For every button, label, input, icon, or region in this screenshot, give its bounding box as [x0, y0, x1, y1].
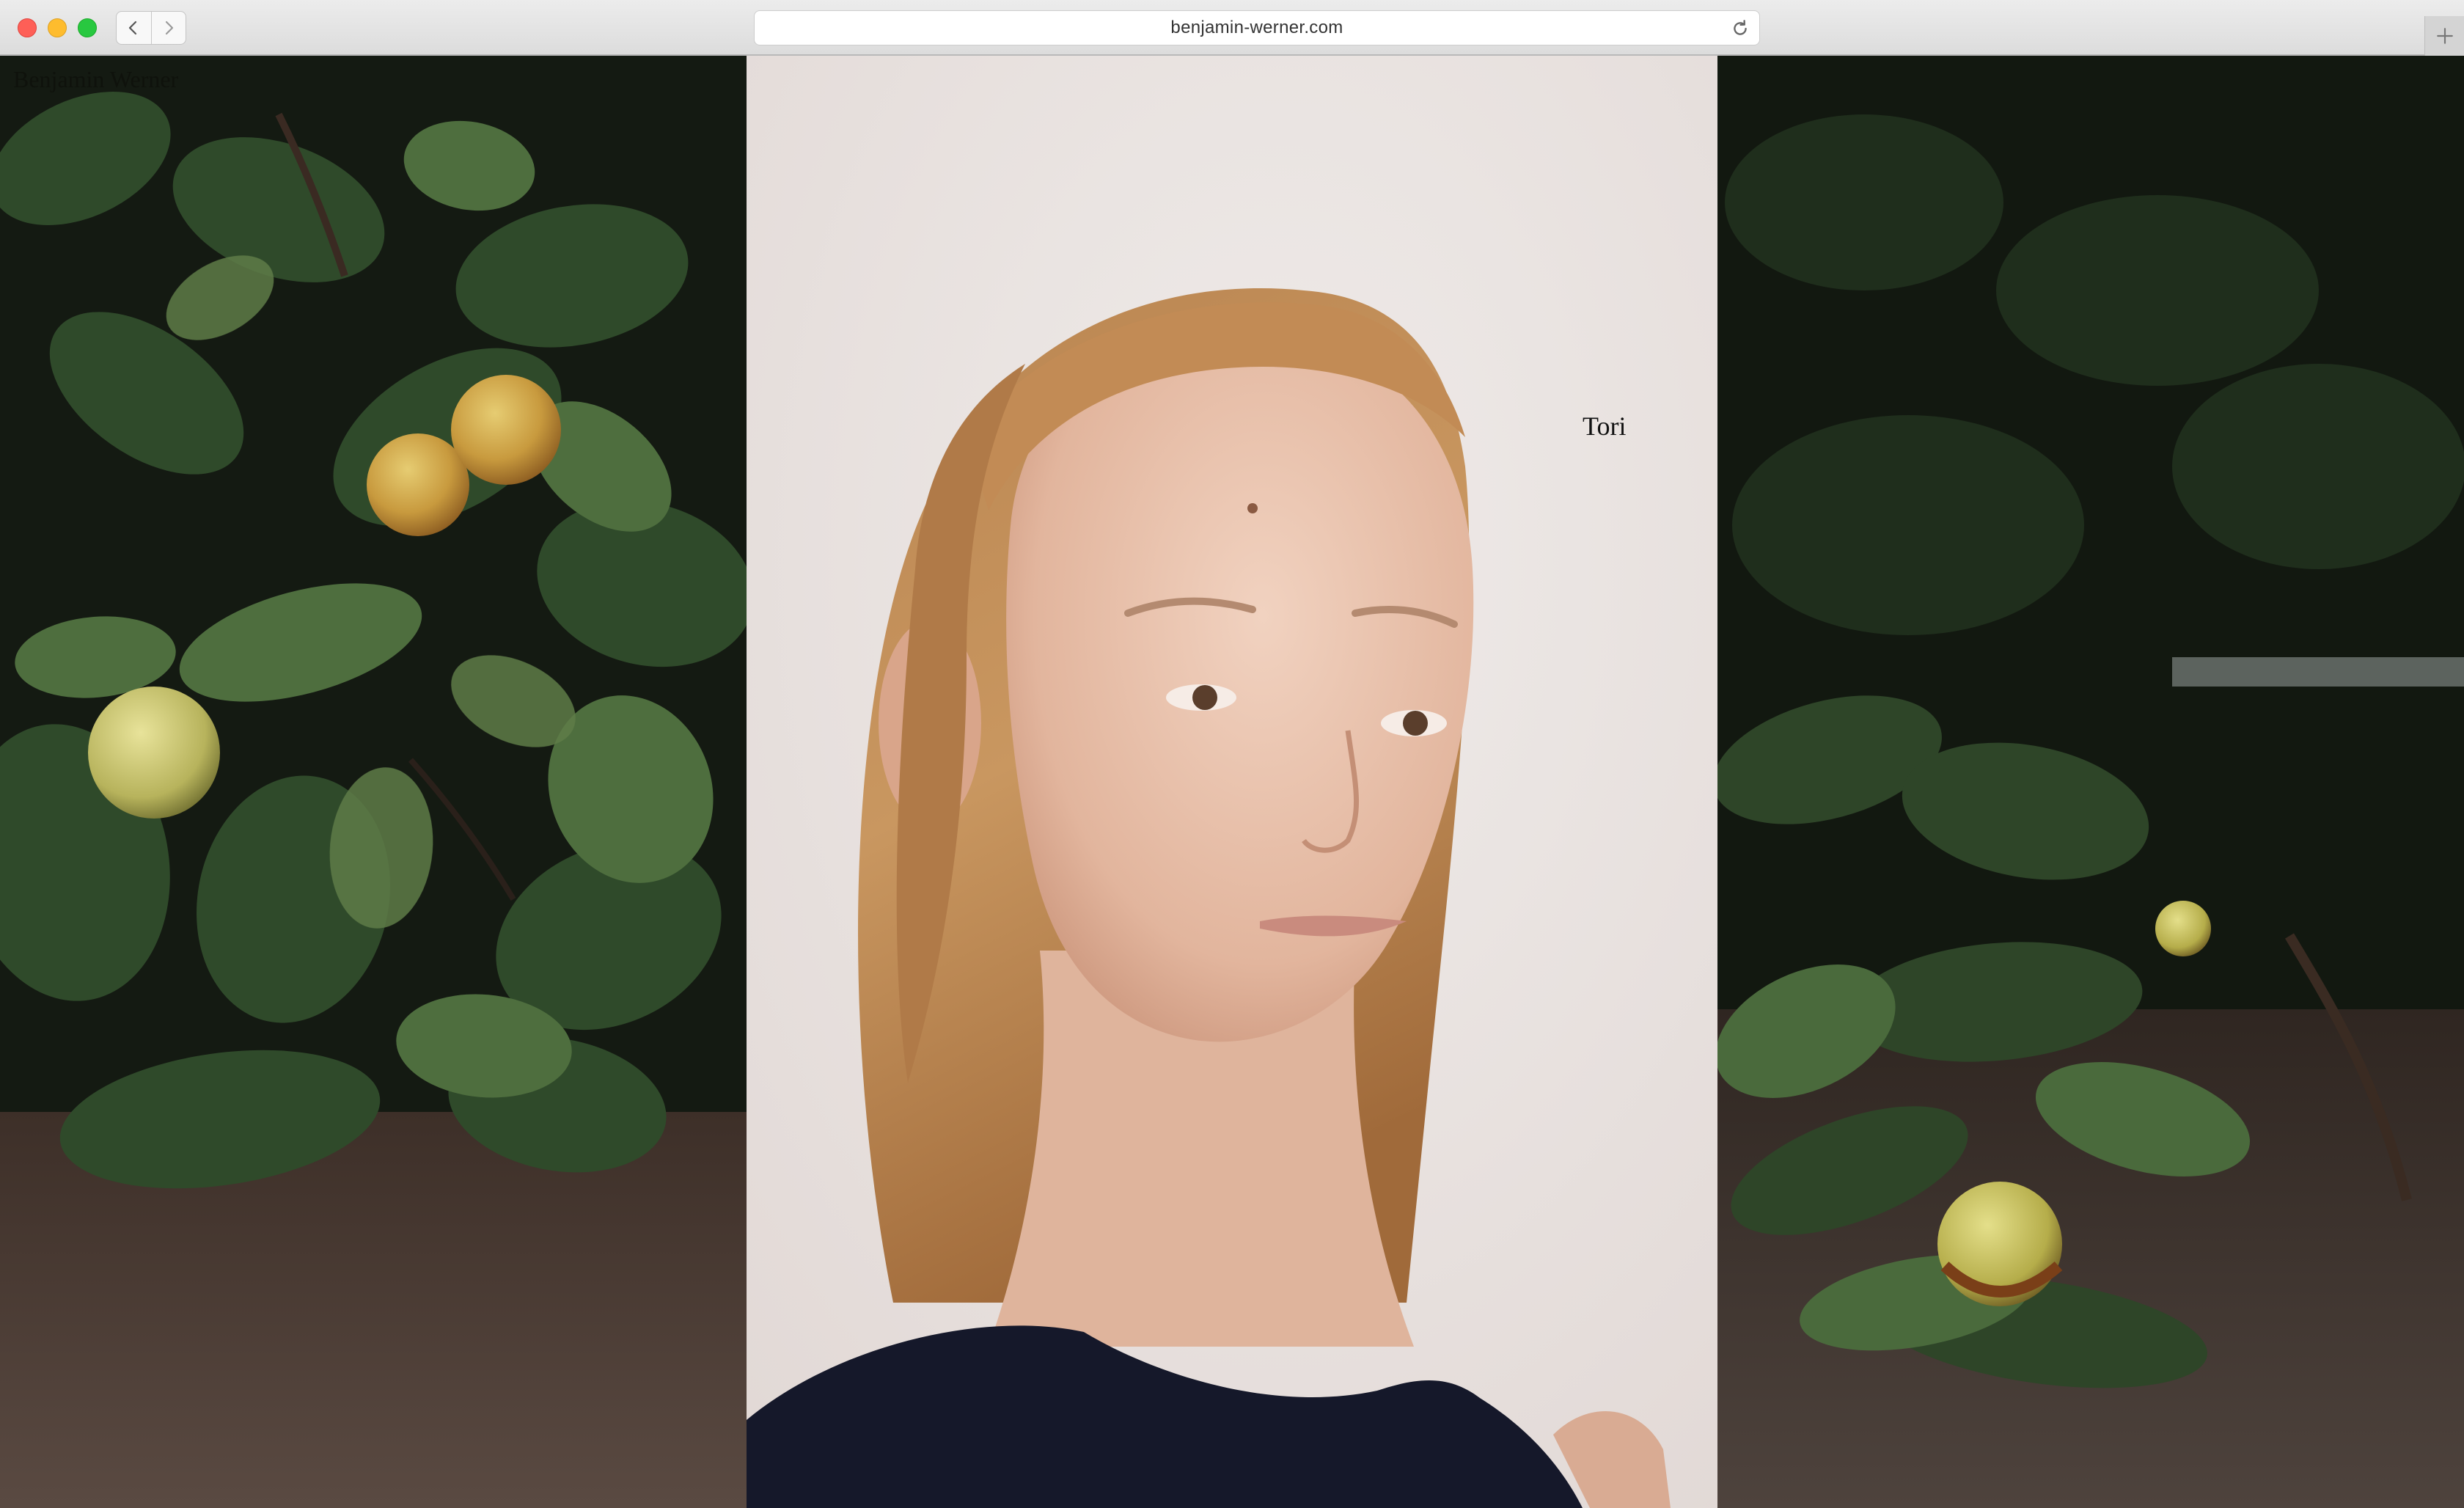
- site-title-link[interactable]: Benjamin Werner: [13, 66, 178, 93]
- plus-icon: [2436, 28, 2453, 44]
- gallery-image-portrait[interactable]: Tori: [747, 56, 1717, 1508]
- maximize-window-button[interactable]: [78, 18, 97, 37]
- minimize-window-button[interactable]: [48, 18, 67, 37]
- new-tab-button[interactable]: [2424, 16, 2464, 56]
- chevron-right-icon: [165, 21, 173, 35]
- close-window-button[interactable]: [18, 18, 37, 37]
- apple-tree-photo: [0, 56, 747, 1508]
- address-bar[interactable]: benjamin-werner.com: [754, 10, 1760, 45]
- reload-icon[interactable]: [1730, 18, 1750, 39]
- forward-button[interactable]: [150, 12, 186, 44]
- url-text: benjamin-werner.com: [1170, 18, 1343, 37]
- chevron-left-icon: [129, 21, 137, 35]
- gallery-image-fallen-apples[interactable]: [1717, 56, 2464, 1508]
- gallery-image-foliage[interactable]: [0, 56, 747, 1508]
- web-page: Benjamin Werner Tori: [0, 56, 2464, 1508]
- back-button[interactable]: [117, 12, 151, 44]
- photo-caption: Tori: [1583, 411, 1627, 441]
- history-navigation: [116, 11, 186, 45]
- fallen-apples-photo: [1717, 56, 2464, 1508]
- portrait-photo: [747, 56, 1717, 1508]
- browser-toolbar: benjamin-werner.com: [0, 0, 2464, 56]
